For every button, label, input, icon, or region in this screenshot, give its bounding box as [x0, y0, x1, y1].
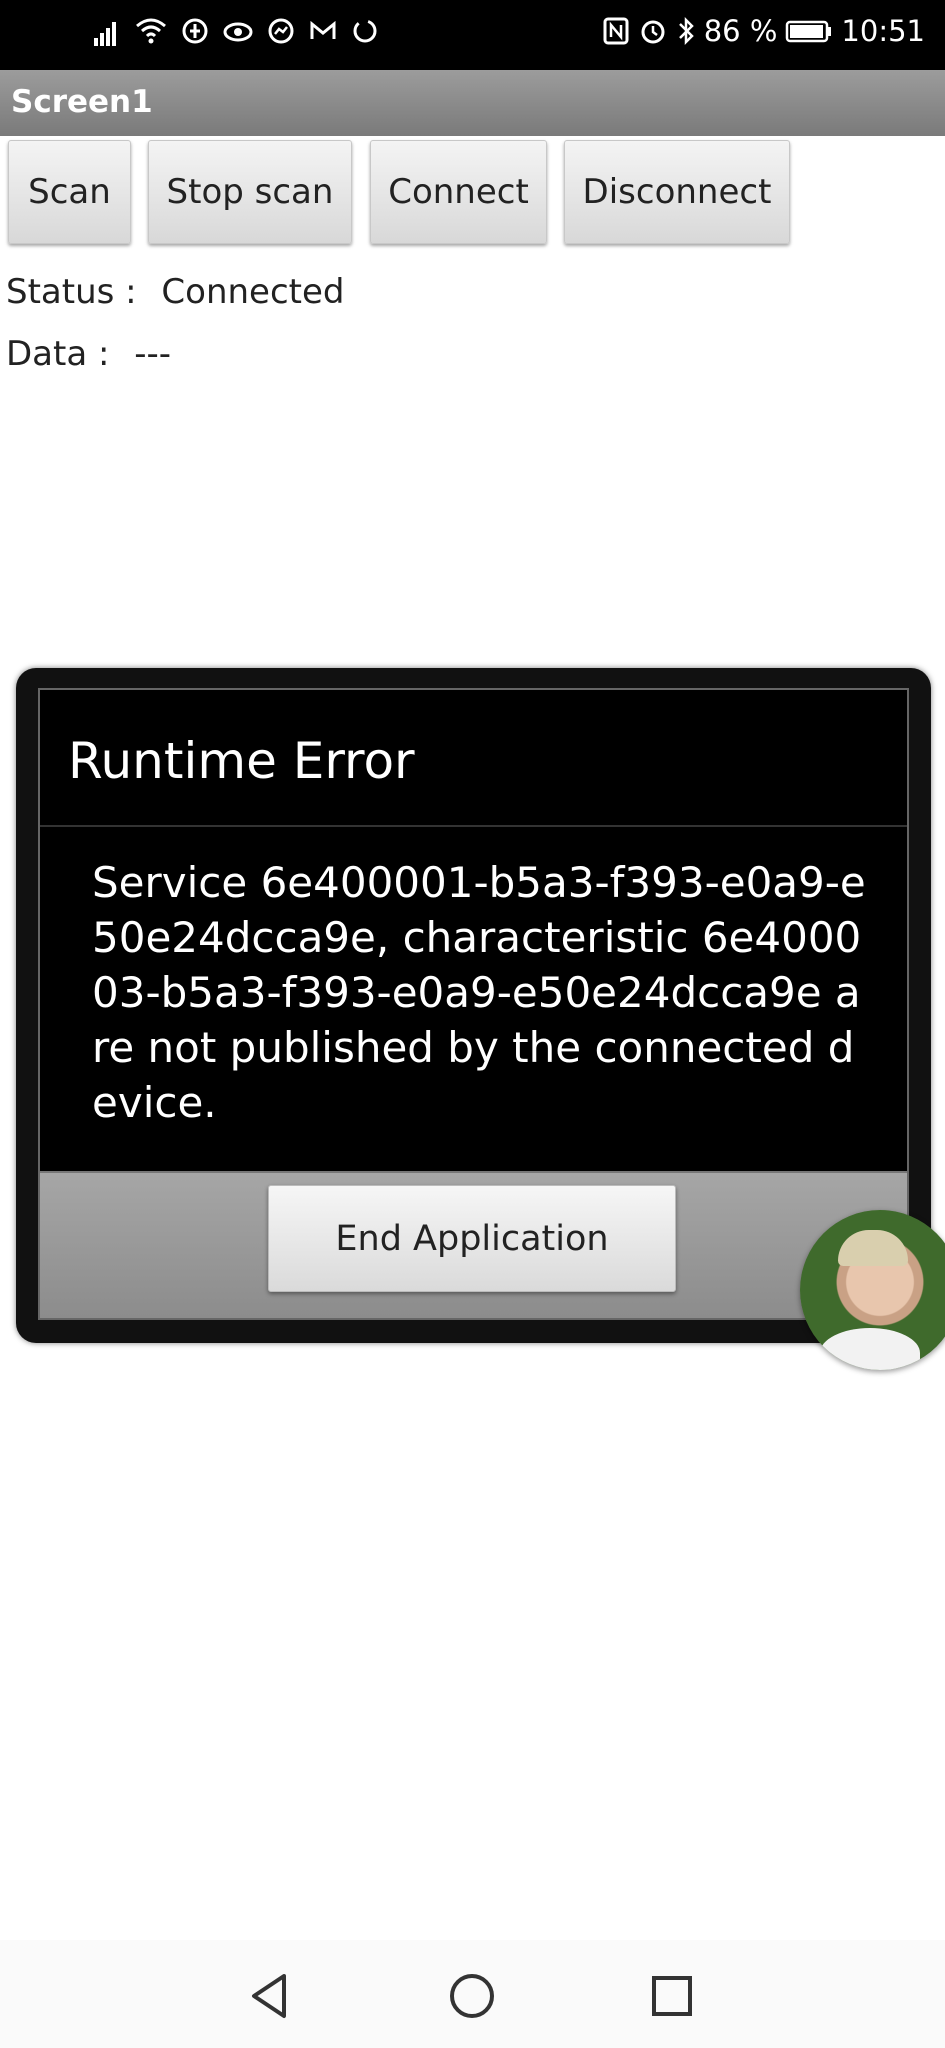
bluetooth-icon [678, 16, 694, 46]
messenger-icon [268, 18, 294, 44]
battery-icon [786, 20, 832, 43]
runtime-error-dialog: Runtime Error Service 6e400001-b5a3-f393… [16, 668, 931, 1343]
dialog-body: Runtime Error Service 6e400001-b5a3-f393… [38, 688, 909, 1320]
sync-icon [353, 19, 377, 43]
dialog-message: Service 6e400001-b5a3-f393-e0a9-e50e24dc… [92, 858, 866, 1127]
navigation-bar [0, 1940, 945, 2048]
status-label: Status : [6, 272, 137, 312]
clock: 10:51 [841, 14, 925, 48]
wifi-icon [136, 18, 166, 44]
data-label: Data : [6, 334, 110, 374]
data-value: --- [134, 334, 172, 374]
battery-percent: 86 % [703, 14, 778, 48]
avatar-cap [838, 1230, 908, 1266]
alarm-icon [641, 20, 665, 44]
nfc-icon [603, 17, 629, 45]
status-row: Status : Connected [6, 272, 345, 312]
data-saver-icon [182, 18, 208, 44]
connect-button[interactable]: Connect [370, 140, 547, 244]
status-bar-system: 86 % 10:51 [602, 14, 925, 48]
stop-scan-button[interactable]: Stop scan [148, 140, 352, 244]
app-title: Screen1 [11, 84, 153, 120]
end-application-button[interactable]: End Application [268, 1185, 676, 1292]
dialog-divider [40, 825, 907, 827]
recents-icon[interactable] [646, 1970, 698, 2022]
dialog-footer: End Application [40, 1171, 907, 1318]
signal-icon [94, 22, 116, 46]
eye-icon [223, 22, 253, 42]
chat-head-avatar[interactable] [800, 1210, 945, 1370]
avatar-shirt [820, 1328, 920, 1370]
gmail-icon [310, 20, 336, 39]
status-bar: 86 % 10:51 [0, 0, 945, 70]
disconnect-button[interactable]: Disconnect [564, 140, 790, 244]
app-title-bar: Screen1 [0, 70, 945, 136]
action-button-row: Scan Stop scan Connect Disconnect [0, 138, 945, 248]
status-value: Connected [161, 272, 345, 312]
dialog-title: Runtime Error [68, 732, 415, 790]
scan-button[interactable]: Scan [8, 140, 131, 244]
home-icon[interactable] [446, 1970, 498, 2022]
back-icon[interactable] [244, 1970, 296, 2022]
status-bar-notifications [92, 14, 380, 48]
data-row: Data : --- [6, 334, 171, 374]
